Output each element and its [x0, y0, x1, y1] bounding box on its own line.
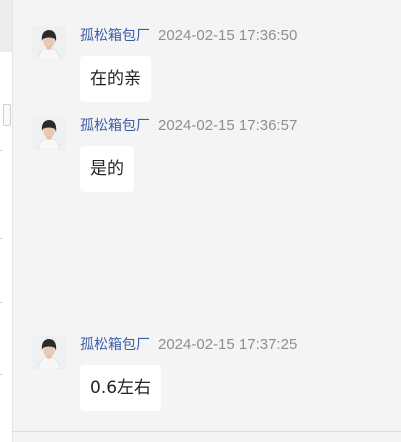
left-panel-scrollbar[interactable]	[3, 104, 11, 126]
sender-name[interactable]: 孤松箱包厂	[80, 118, 150, 134]
message-meta: 孤松箱包厂 2024-02-15 17:37:25	[80, 335, 297, 355]
left-panel-divider	[0, 238, 3, 239]
avatar[interactable]	[32, 116, 66, 150]
sender-name[interactable]: 孤松箱包厂	[80, 337, 150, 353]
avatar[interactable]	[32, 26, 66, 60]
left-panel-divider	[0, 302, 3, 303]
user-avatar-icon	[32, 26, 66, 60]
user-avatar-icon	[32, 116, 66, 150]
user-avatar-icon	[32, 335, 66, 369]
input-area-divider	[12, 431, 401, 432]
message-meta: 孤松箱包厂 2024-02-15 17:36:57	[80, 116, 297, 136]
left-panel-divider	[0, 374, 3, 375]
message-time: 2024-02-15 17:37:25	[158, 336, 298, 353]
avatar[interactable]	[32, 335, 66, 369]
message-bubble[interactable]: 是的	[80, 146, 134, 192]
message-bubble[interactable]: 0.6左右	[80, 365, 162, 411]
message-bubble[interactable]: 在的亲	[80, 56, 151, 102]
message-time: 2024-02-15 17:36:57	[158, 117, 298, 134]
left-panel-header	[0, 0, 12, 52]
left-panel-divider	[0, 150, 3, 151]
message-time: 2024-02-15 17:36:50	[158, 27, 298, 44]
sender-name[interactable]: 孤松箱包厂	[80, 28, 150, 44]
message-meta: 孤松箱包厂 2024-02-15 17:36:50	[80, 26, 297, 46]
chat-history[interactable]: 孤松箱包厂 2024-02-15 17:36:50 在的亲 孤松箱包厂 2024-0…	[12, 0, 401, 442]
